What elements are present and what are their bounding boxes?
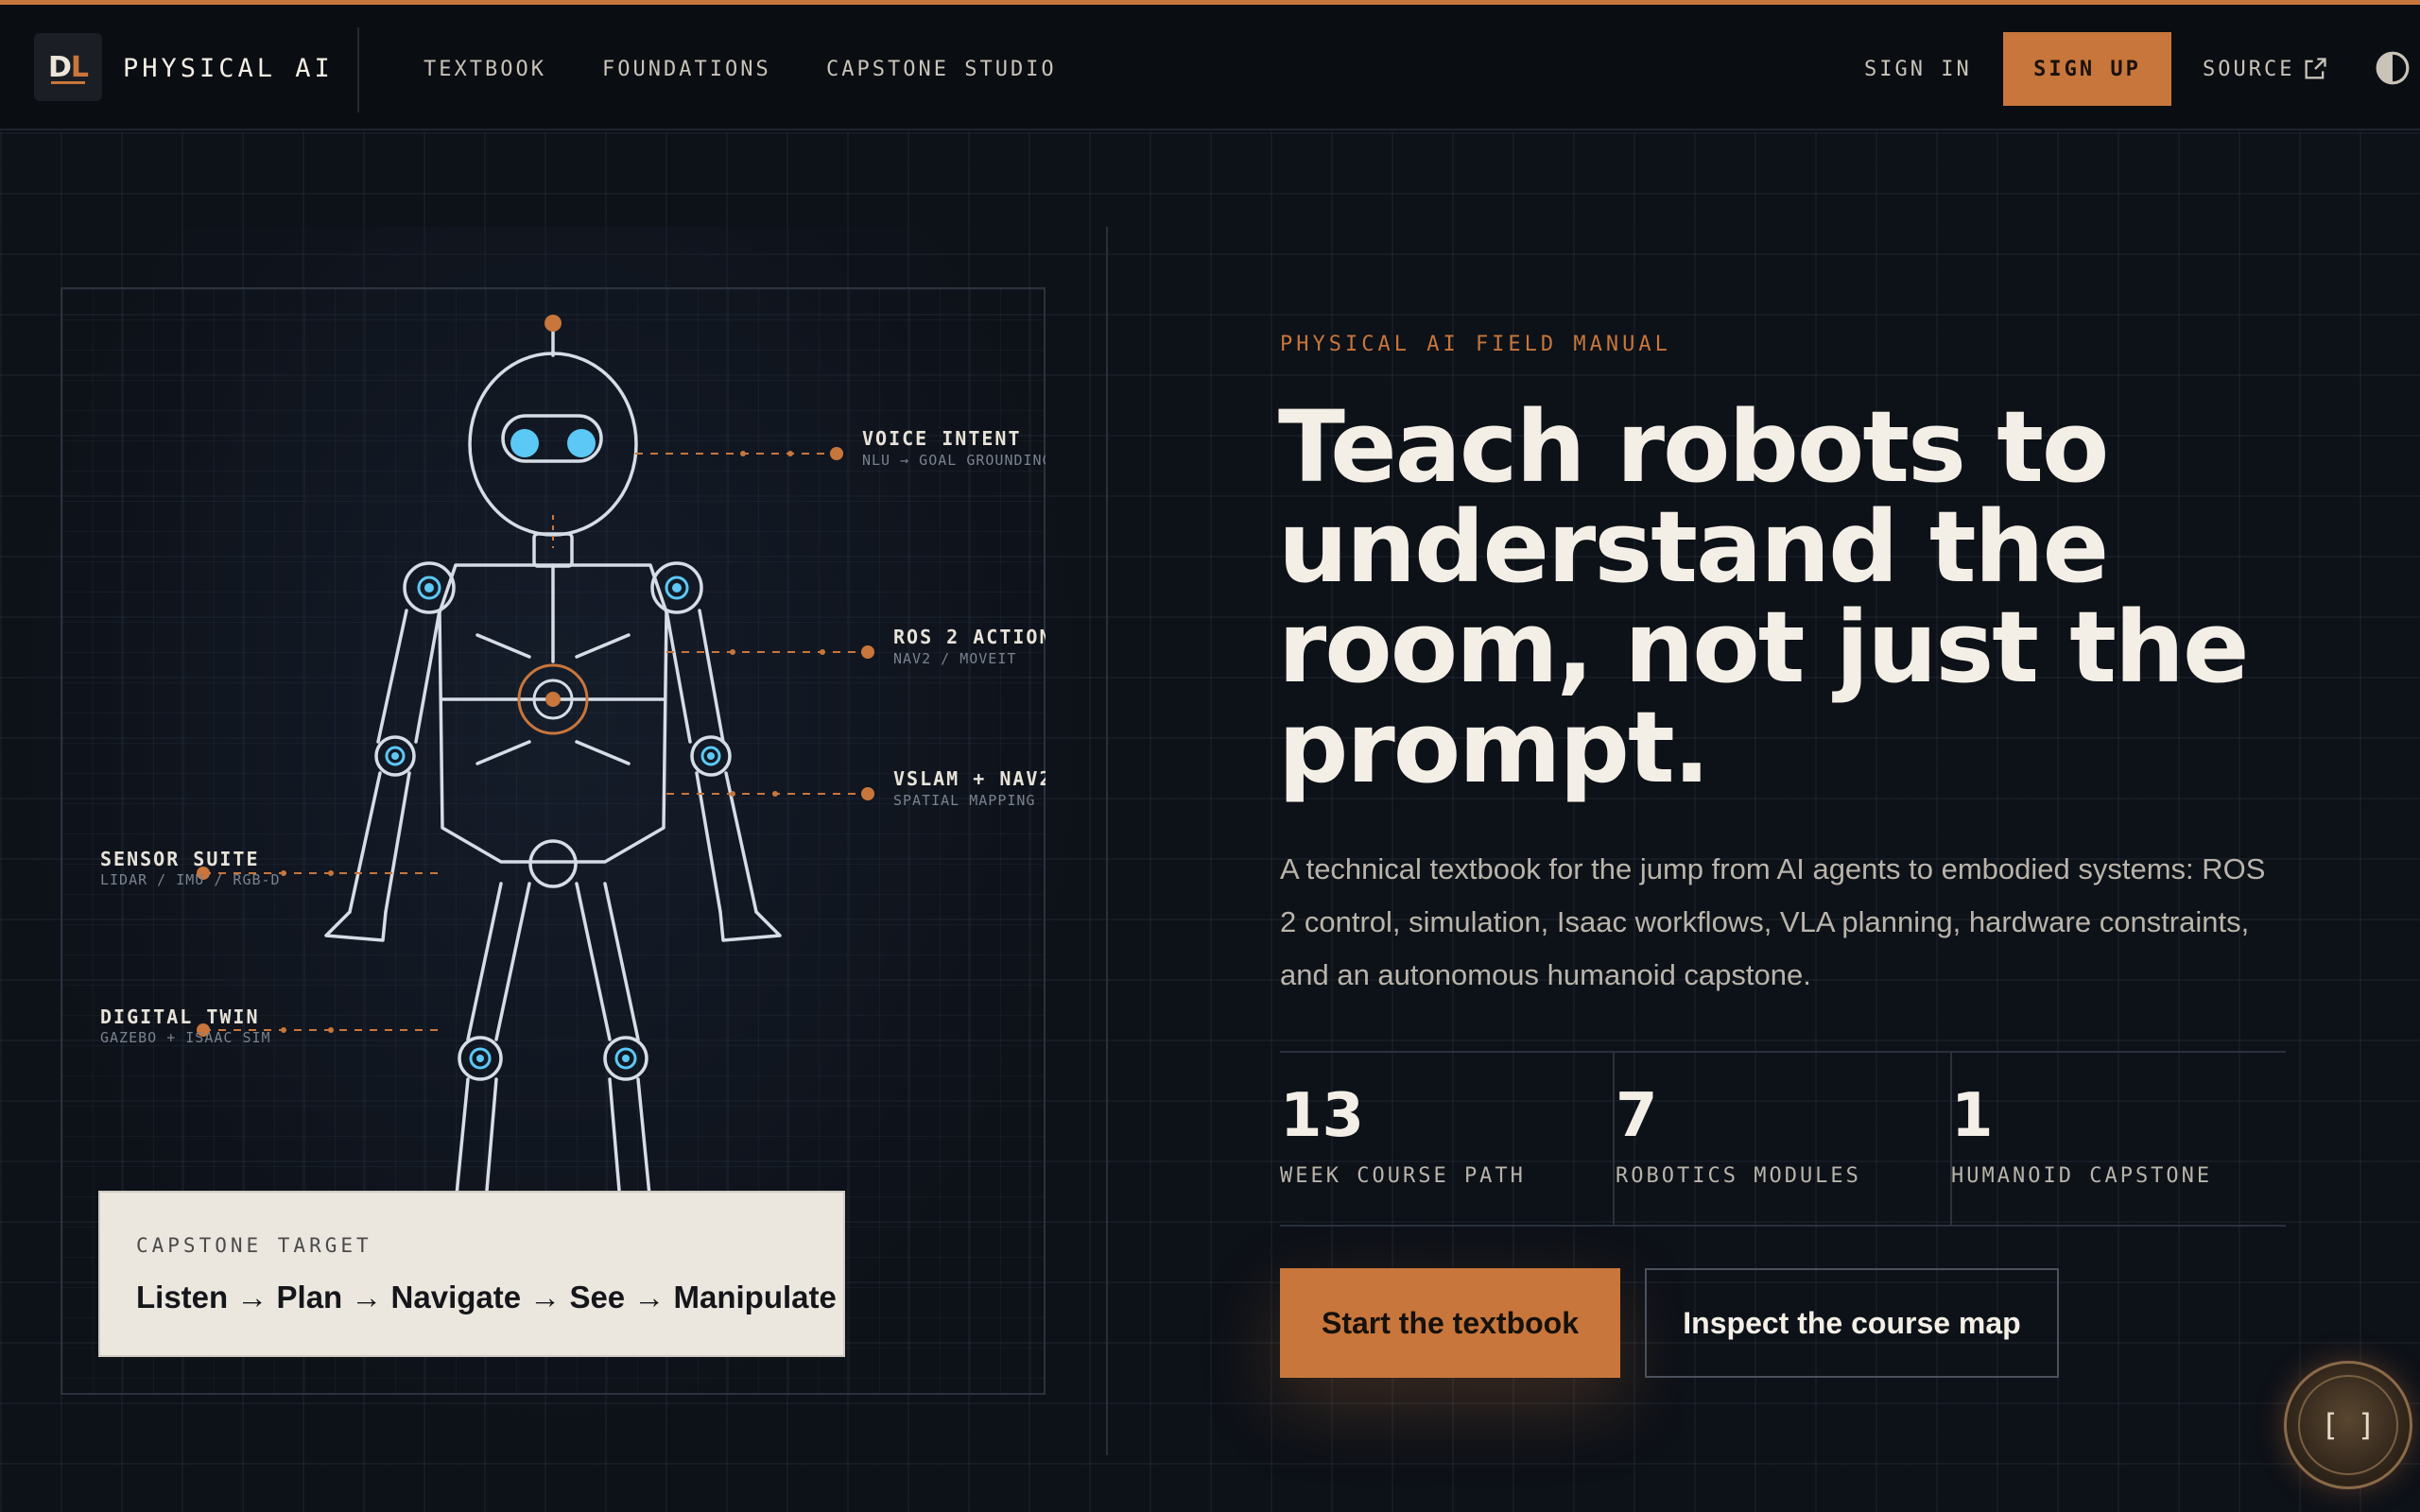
contrast-icon[interactable] (2375, 50, 2411, 86)
callout-ros2-actions-subtitle: NAV2 / MOVEIT (893, 650, 1017, 667)
section-divider (1106, 227, 1108, 1455)
callout-sensor-suite-title: SENSOR SUITE (100, 848, 260, 870)
callout-digital-twin-title: DIGITAL TWIN (100, 1005, 260, 1028)
callout-digital-twin-subtitle: GAZEBO + ISAAC SIM (100, 1029, 271, 1046)
external-link-icon (2305, 58, 2327, 79)
headline-line-1: Teach robots to (1278, 389, 2109, 505)
capstone-target-label: CAPSTONE TARGET (136, 1234, 372, 1257)
callout-vslam-title: VSLAM + NAV2 (893, 767, 1046, 790)
source-link[interactable]: SOURCE (2203, 56, 2328, 82)
callout-voice-intent-title: VOICE INTENT (862, 427, 1022, 450)
capstone-target-card: CAPSTONE TARGET Listen → Plan → Navigate… (98, 1191, 845, 1357)
stat-value-modules: 7 (1616, 1081, 1658, 1151)
sign-up-button[interactable]: SIGN UP (2003, 32, 2171, 106)
fab-ring (2298, 1375, 2398, 1475)
callout-sensor-suite-subtitle: LIDAR / IMU / RGB-D (100, 871, 281, 888)
stat-value-weeks: 13 (1280, 1081, 1365, 1151)
stat-divider (1613, 1053, 1615, 1225)
headline-line-3: room, not just the (1278, 590, 2249, 705)
callout-voice-intent-subtitle: NLU → GOAL GROUNDING (862, 452, 1046, 469)
stat-label-weeks: WEEK COURSE PATH (1280, 1164, 1526, 1188)
callout-ros2-actions-title: ROS 2 ACTIONS (893, 626, 1046, 648)
headline-line-2: understand the (1278, 490, 2109, 605)
stat-label-capstone: HUMANOID CAPSTONE (1951, 1164, 2213, 1188)
start-textbook-button[interactable]: Start the textbook (1280, 1268, 1620, 1378)
stat-value-capstone: 1 (1951, 1081, 1994, 1151)
stats-top-rule (1280, 1051, 2286, 1053)
floating-assistant-button[interactable]: [ ] (2284, 1361, 2412, 1489)
callout-vslam-subtitle: SPATIAL MAPPING (893, 792, 1036, 809)
hero-description: A technical textbook for the jump from A… (1280, 852, 2266, 991)
inspect-course-map-button[interactable]: Inspect the course map (1645, 1268, 2059, 1378)
source-label: SOURCE (2203, 57, 2295, 81)
headline-line-4: prompt. (1278, 690, 1710, 805)
sign-in-link[interactable]: SIGN IN (1864, 58, 1972, 81)
hero-eyebrow: PHYSICAL AI FIELD MANUAL (1280, 333, 1671, 356)
capstone-steps: Listen → Plan → Navigate → See → Manipul… (136, 1280, 837, 1314)
stats-bottom-rule (1280, 1225, 2286, 1227)
hero-headline: Teach robots to understand the room, not… (1278, 397, 2280, 798)
stat-label-modules: ROBOTICS MODULES (1616, 1164, 1861, 1188)
